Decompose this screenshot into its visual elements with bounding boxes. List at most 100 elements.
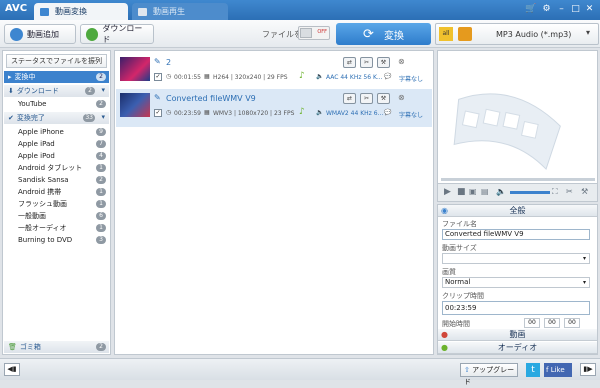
- upgrade-button[interactable]: ⇧ アップグレード: [460, 363, 518, 386]
- merge-toggle[interactable]: OFF: [298, 26, 330, 40]
- video-thumbnail: [120, 93, 150, 117]
- start-minute-field[interactable]: 00: [544, 318, 560, 328]
- sidebar-item-general-audio[interactable]: 一般オーディオ 1: [4, 222, 109, 234]
- video-section-icon: ●: [441, 330, 448, 339]
- toggle-state: OFF: [317, 29, 327, 35]
- sidebar-item-android-tablet[interactable]: Android タブレット 1: [4, 162, 109, 174]
- preview-pane: [437, 50, 598, 184]
- folder-icon[interactable]: ▤: [481, 187, 489, 196]
- scissors-icon[interactable]: ✂: [360, 57, 373, 68]
- toolbar: 動画追加 ダウンロード ファイルを結合 OFF ⟳ 変換 all MP3 Aud…: [0, 20, 600, 48]
- seek-bar[interactable]: [441, 178, 595, 181]
- file-row[interactable]: ✎ Converted fileWMV V9 ✓ ◷ 00:23:59 ▦ WM…: [116, 89, 432, 127]
- settings-tab-general[interactable]: ◉ 全般: [438, 205, 597, 217]
- toggle-sidebar-icon[interactable]: ◀▮: [4, 363, 20, 376]
- sidebar-item-completed[interactable]: ✔ 変換完了 33 ▾: [4, 112, 109, 124]
- sidebar-item-android-phone[interactable]: Android 携帯 1: [4, 186, 109, 198]
- sidebar-item-general-video[interactable]: 一般動画 6: [4, 210, 109, 222]
- speaker-icon[interactable]: 🔈: [496, 187, 506, 196]
- video-size-label: 動画サイズ: [442, 244, 477, 252]
- clock-icon: ◷: [166, 109, 172, 116]
- sidebar-item-label: Android 携帯: [18, 188, 62, 196]
- sidebar-item-trash[interactable]: 🗑 ゴミ箱 2: [4, 341, 109, 353]
- sidebar-item-label: ゴミ箱: [19, 343, 41, 351]
- scissors-icon[interactable]: ✂: [566, 187, 573, 196]
- settings-tab-audio[interactable]: ● オーディオ: [438, 342, 597, 354]
- music-note-icon: ♪: [299, 107, 305, 117]
- convert-button[interactable]: ⟳ 変換: [336, 23, 431, 45]
- video-thumbnail: [120, 57, 150, 81]
- start-second-field[interactable]: 00: [564, 318, 580, 328]
- video-info: WMV3 | 1080x720 | 23 FPS: [213, 110, 295, 117]
- file-checkbox[interactable]: ✓: [154, 73, 162, 81]
- swap-icon[interactable]: ⇄: [343, 93, 356, 104]
- settings-tab-video[interactable]: ● 動画: [438, 329, 597, 341]
- file-name-field[interactable]: Converted fileWMV V9: [442, 229, 590, 240]
- wrench-icon[interactable]: ⚒: [377, 93, 390, 104]
- subtitle-icon: 💬: [384, 109, 392, 116]
- wrench-icon[interactable]: ⚒: [581, 187, 588, 196]
- film-strip-icon: [453, 93, 561, 171]
- sidebar-item-dvd[interactable]: Burning to DVD 3: [4, 234, 109, 246]
- sidebar-item-label: Apple iPad: [18, 140, 55, 148]
- sidebar-item-converting[interactable]: ▸ 変換中 2: [4, 71, 109, 83]
- edit-icon[interactable]: ✎: [154, 57, 161, 66]
- snapshot-icon[interactable]: ▣: [469, 187, 477, 196]
- sidebar-item-iphone[interactable]: Apple iPhone 9: [4, 126, 109, 138]
- play-icon[interactable]: ▶: [444, 187, 451, 197]
- volume-slider[interactable]: [510, 191, 550, 194]
- format-name: MP3 Audio (*.mp3): [496, 30, 572, 39]
- output-format-select[interactable]: all MP3 Audio (*.mp3) ▾: [435, 23, 599, 45]
- count-badge: 1: [96, 200, 106, 208]
- swap-icon[interactable]: ⇄: [343, 57, 356, 68]
- scissors-icon[interactable]: ✂: [360, 93, 373, 104]
- wrench-icon[interactable]: ⚒: [377, 57, 390, 68]
- download-icon: [86, 27, 99, 41]
- settings-panel: ◉ 全般 ファイル名 Converted fileWMV V9 動画サイズ ▾ …: [437, 204, 598, 355]
- count-badge: 2: [96, 73, 106, 81]
- video-play-icon: [138, 7, 147, 16]
- file-checkbox[interactable]: ✓: [154, 109, 162, 117]
- tab-convert[interactable]: 動画変換: [34, 3, 128, 20]
- sidebar-item-sandisk[interactable]: Sandisk Sansa 2: [4, 174, 109, 186]
- sidebar-item-ipad[interactable]: Apple iPad 7: [4, 138, 109, 150]
- file-name-label: ファイル名: [442, 220, 477, 228]
- music-note-icon: ♪: [299, 71, 305, 81]
- minimize-icon[interactable]: –: [556, 4, 567, 15]
- twitter-icon[interactable]: t: [526, 363, 540, 377]
- add-video-button[interactable]: 動画追加: [4, 24, 76, 44]
- close-icon[interactable]: ⊗: [398, 57, 405, 66]
- download-button[interactable]: ダウンロード: [80, 24, 154, 44]
- video-size-select[interactable]: ▾: [442, 253, 590, 264]
- tab-play[interactable]: 動画再生: [132, 3, 228, 20]
- maximize-icon[interactable]: □: [570, 4, 581, 15]
- clip-time-field[interactable]: 00:23:59: [442, 301, 590, 315]
- start-hour-field[interactable]: 00: [524, 318, 540, 328]
- sidebar-item-label: 一般動画: [18, 212, 46, 220]
- fullscreen-icon[interactable]: ⛶: [552, 187, 558, 197]
- sidebar-item-flash-video[interactable]: フラッシュ動画 1: [4, 198, 109, 210]
- facebook-like-button[interactable]: f Like: [544, 363, 572, 377]
- close-icon[interactable]: ⊗: [398, 93, 405, 102]
- download-icon: ⬇: [8, 87, 14, 95]
- sidebar-item-youtube[interactable]: YouTube 2: [4, 98, 109, 110]
- subtitle-info[interactable]: 字幕なし: [399, 74, 423, 83]
- toggle-preview-icon[interactable]: ▮▶: [580, 363, 596, 376]
- download-label: ダウンロード: [102, 24, 143, 44]
- audio-info[interactable]: AAC 44 KHz 56 K...: [326, 74, 383, 81]
- quality-select[interactable]: Normal ▾: [442, 277, 590, 288]
- audio-info[interactable]: WMAV2 44 KHz 6...: [326, 110, 383, 117]
- tab-label: 全般: [509, 206, 526, 215]
- close-icon[interactable]: ✕: [584, 4, 595, 15]
- subtitle-info[interactable]: 字幕なし: [399, 110, 423, 119]
- audio-section-icon: ●: [441, 343, 448, 352]
- stop-icon[interactable]: ■: [457, 187, 466, 197]
- edit-icon[interactable]: ✎: [154, 93, 161, 102]
- gear-icon[interactable]: ⚙: [541, 4, 552, 15]
- file-row[interactable]: ✎ 2 ✓ ◷ 00:01:55 ▦ H264 | 320x240 | 29 F…: [116, 53, 432, 91]
- sidebar-item-download[interactable]: ⬇ ダウンロード 2 ▾: [4, 85, 109, 97]
- sidebar-item-ipod[interactable]: Apple iPod 4: [4, 150, 109, 162]
- count-badge: 7: [96, 140, 106, 148]
- cart-icon[interactable]: 🛒: [525, 4, 536, 15]
- sort-by-status-button[interactable]: ステータスでファイルを振列: [6, 54, 107, 68]
